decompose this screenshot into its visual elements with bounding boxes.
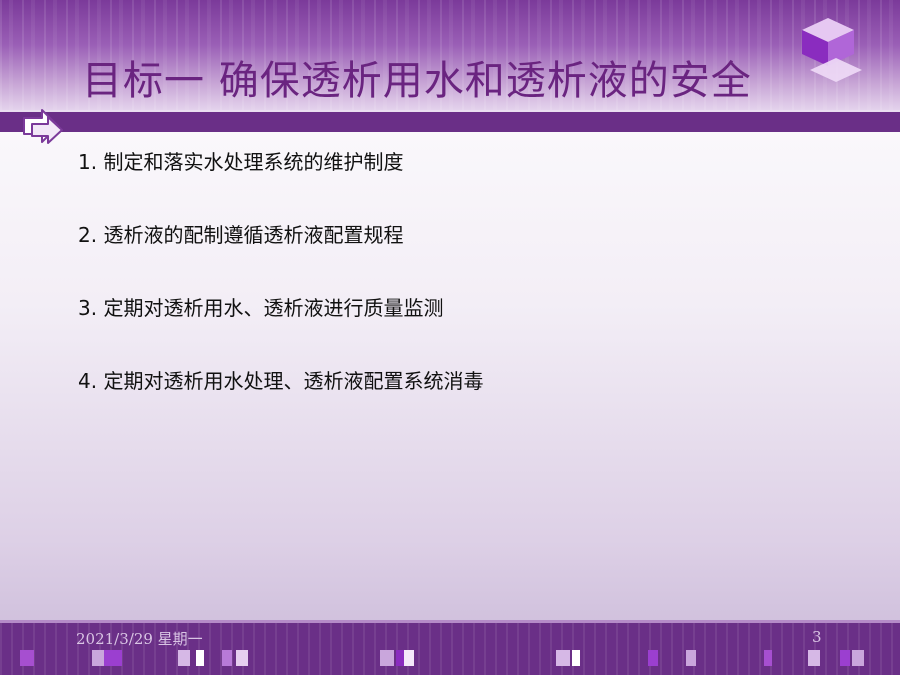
slide: 目标一 确保透析用水和透析液的安全 1. 制定和落实水处理系统的维护制度 2. … — [0, 0, 900, 675]
footer-square — [686, 650, 696, 666]
list-item: 4. 定期对透析用水处理、透析液配置系统消毒 — [78, 369, 484, 393]
footer-square — [556, 650, 570, 666]
footer-square — [404, 650, 414, 666]
footer-square — [808, 650, 820, 666]
double-arrow-icon — [23, 109, 63, 144]
footer-square — [196, 650, 204, 666]
footer-square — [222, 650, 232, 666]
footer-square — [104, 650, 122, 666]
header-bottom-band — [0, 112, 900, 132]
cube-logo-icon — [802, 18, 862, 82]
footer-square — [380, 650, 394, 666]
footer-divider-line — [0, 620, 900, 623]
footer-square — [840, 650, 850, 666]
footer-square — [648, 650, 658, 666]
slide-title: 目标一 确保透析用水和透析液的安全 — [82, 58, 752, 104]
page-number: 3 — [812, 628, 822, 646]
list-item: 2. 透析液的配制遵循透析液配置规程 — [78, 223, 404, 247]
bullet-list: 1. 制定和落实水处理系统的维护制度 2. 透析液的配制遵循透析液配置规程 3.… — [78, 148, 858, 440]
footer-square — [764, 650, 772, 666]
footer-square — [178, 650, 190, 666]
footer-square — [92, 650, 104, 666]
list-item: 1. 制定和落实水处理系统的维护制度 — [78, 150, 404, 174]
footer-date: 2021/3/29 星期一 — [76, 630, 203, 648]
footer-square — [20, 650, 34, 666]
footer-square — [572, 650, 580, 666]
footer-square — [236, 650, 248, 666]
footer-square — [852, 650, 864, 666]
list-item: 3. 定期对透析用水、透析液进行质量监测 — [78, 296, 444, 320]
